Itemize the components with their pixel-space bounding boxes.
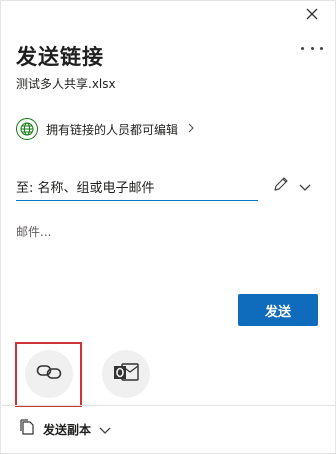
recipient-placeholder: 至: 名称、组或电子邮件 [16, 181, 155, 196]
file-name: 测试多人共享.xlsx [16, 77, 116, 91]
link-icon [36, 363, 62, 385]
chevron-down-icon [99, 420, 111, 439]
pencil-icon [273, 176, 289, 196]
dialog-title: 发送链接 [16, 45, 104, 69]
globe-icon [16, 118, 38, 140]
copy-document-icon [19, 419, 35, 439]
more-options-button[interactable] [301, 41, 323, 55]
outlook-button[interactable] [102, 350, 150, 398]
share-dialog: 发送链接 测试多人共享.xlsx 拥有链接的人员都可编辑 至: 名称、组或电子邮… [0, 0, 336, 454]
send-copy-button[interactable]: 发送副本 [19, 419, 111, 439]
message-input[interactable]: 邮件... [16, 223, 51, 240]
more-options-icon [301, 46, 304, 50]
send-button[interactable]: 发送 [238, 294, 318, 326]
more-dot [320, 46, 323, 50]
recipient-input[interactable]: 至: 名称、组或电子邮件 [16, 171, 258, 201]
more-dot [310, 46, 314, 50]
copy-link-button[interactable] [25, 350, 73, 398]
link-permission-button[interactable]: 拥有链接的人员都可编辑 [16, 117, 194, 141]
footer-divider [2, 405, 336, 406]
chevron-right-icon [188, 122, 194, 136]
recipient-dropdown-button[interactable] [295, 176, 315, 196]
chevron-down-icon [299, 177, 311, 196]
edit-permission-button[interactable] [270, 176, 292, 196]
send-copy-label: 发送副本 [43, 422, 92, 437]
outlook-icon [112, 360, 140, 388]
close-icon [306, 5, 318, 24]
close-button[interactable] [301, 3, 323, 25]
permission-label: 拥有链接的人员都可编辑 [46, 122, 179, 137]
